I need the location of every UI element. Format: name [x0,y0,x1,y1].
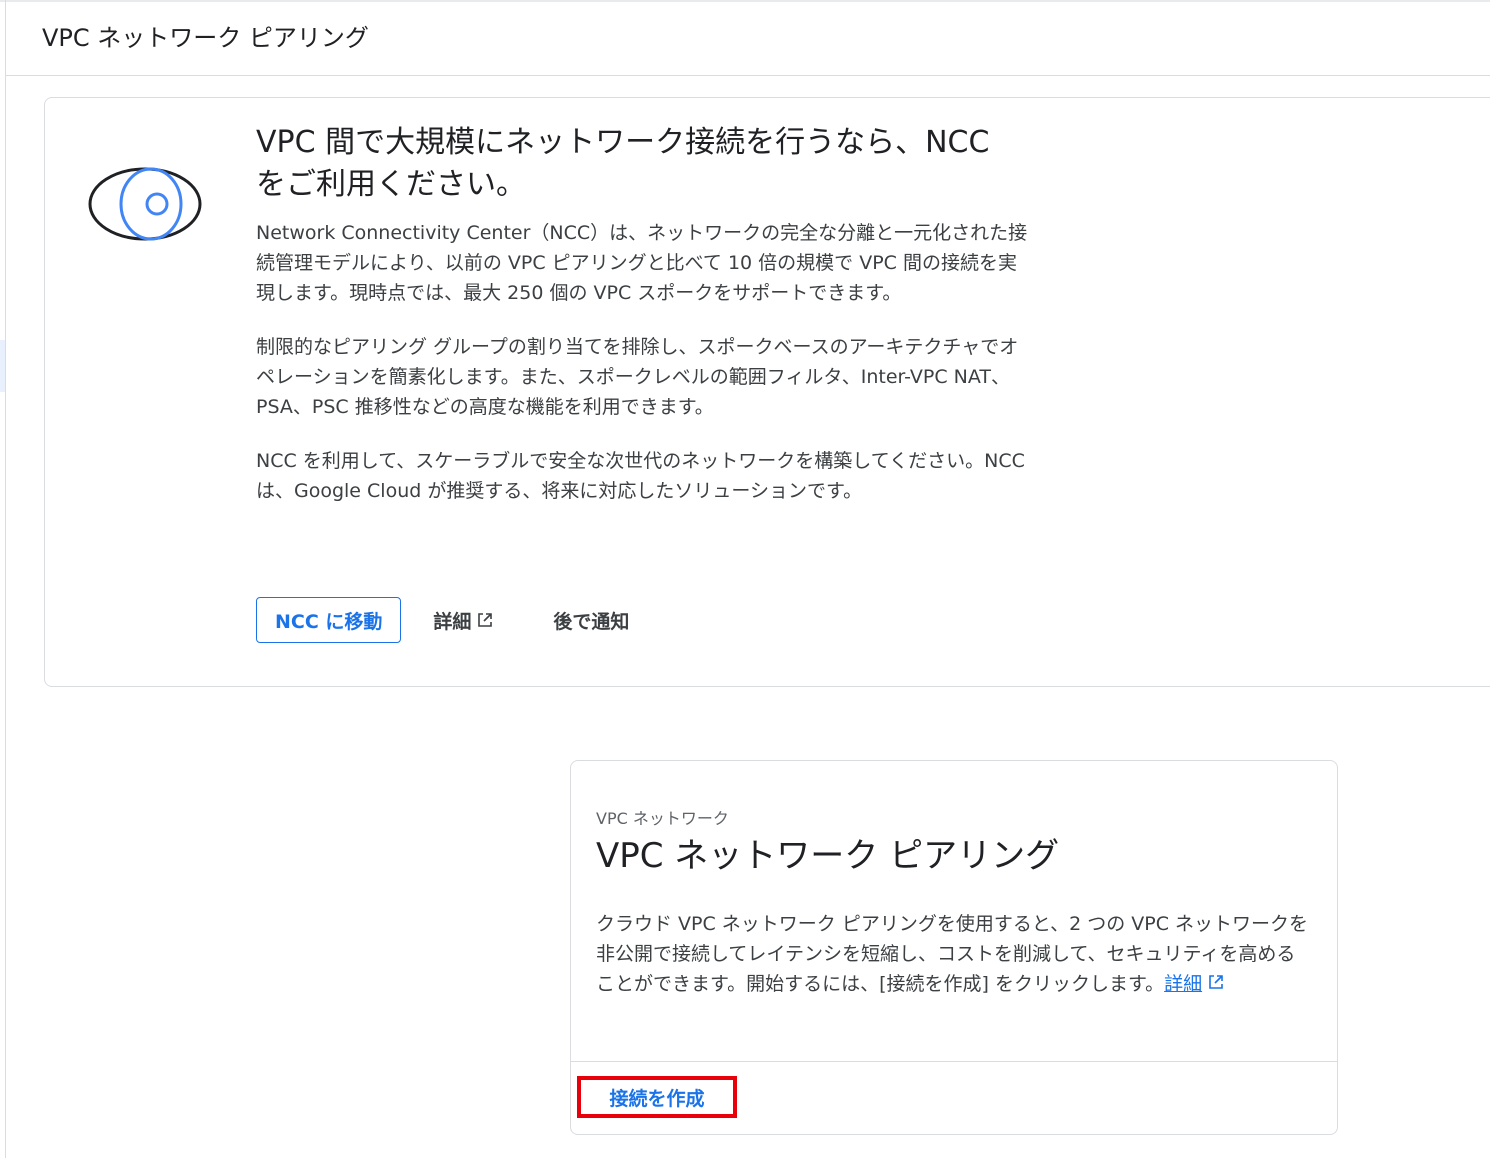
ncc-details-label: 詳細 [433,610,472,633]
promo-paragraph: 制限的なピアリング グループの割り当てを排除し、スポークベースのアーキテクチャで… [256,336,1019,418]
peering-empty-state-card: VPC ネットワーク VPC ネットワーク ピアリング クラウド VPC ネット… [570,760,1338,1135]
left-nav-marker [0,340,5,392]
left-divider [5,0,6,1158]
page-header: VPC ネットワーク ピアリング [6,0,1490,76]
card-divider [571,1061,1337,1062]
ncc-promo-card: VPC 間で大規模にネットワーク接続を行うなら、NCC をご利用ください。 Ne… [44,97,1490,687]
promo-title: VPC 間で大規模にネットワーク接続を行うなら、NCC をご利用ください。 [256,125,990,202]
ncc-details-link[interactable]: 詳細 [433,597,493,643]
page-title: VPC ネットワーク ピアリング [42,24,369,52]
promo-body: Network Connectivity Center（NCC）は、ネットワーク… [256,218,1031,530]
remind-later-button[interactable]: 後で通知 [553,597,629,643]
promo-paragraph: NCC を利用して、スケーラブルで安全な次世代のネットワークを構築してください。… [256,450,1025,502]
peering-details-link[interactable]: 詳細 [1164,973,1202,995]
open-in-new-icon [478,613,493,627]
promo-paragraph: Network Connectivity Center（NCC）は、ネットワーク… [256,222,1028,304]
peering-description: クラウド VPC ネットワーク ピアリングを使用すると、2 つの VPC ネット… [596,909,1311,999]
create-connection-button[interactable]: 接続を作成 [577,1076,737,1118]
promo-actions: NCC に移動 詳細 後で通知 [256,596,629,644]
peering-card-title: VPC ネットワーク ピアリング [596,836,1060,876]
page: VPC ネットワーク ピアリング VPC 間で大規模にネットワーク接続を行うなら… [0,0,1490,1158]
ncc-eye-icon [88,167,202,241]
open-in-new-icon [1209,975,1223,989]
peering-eyebrow: VPC ネットワーク [596,809,729,828]
go-to-ncc-button[interactable]: NCC に移動 [256,597,402,643]
